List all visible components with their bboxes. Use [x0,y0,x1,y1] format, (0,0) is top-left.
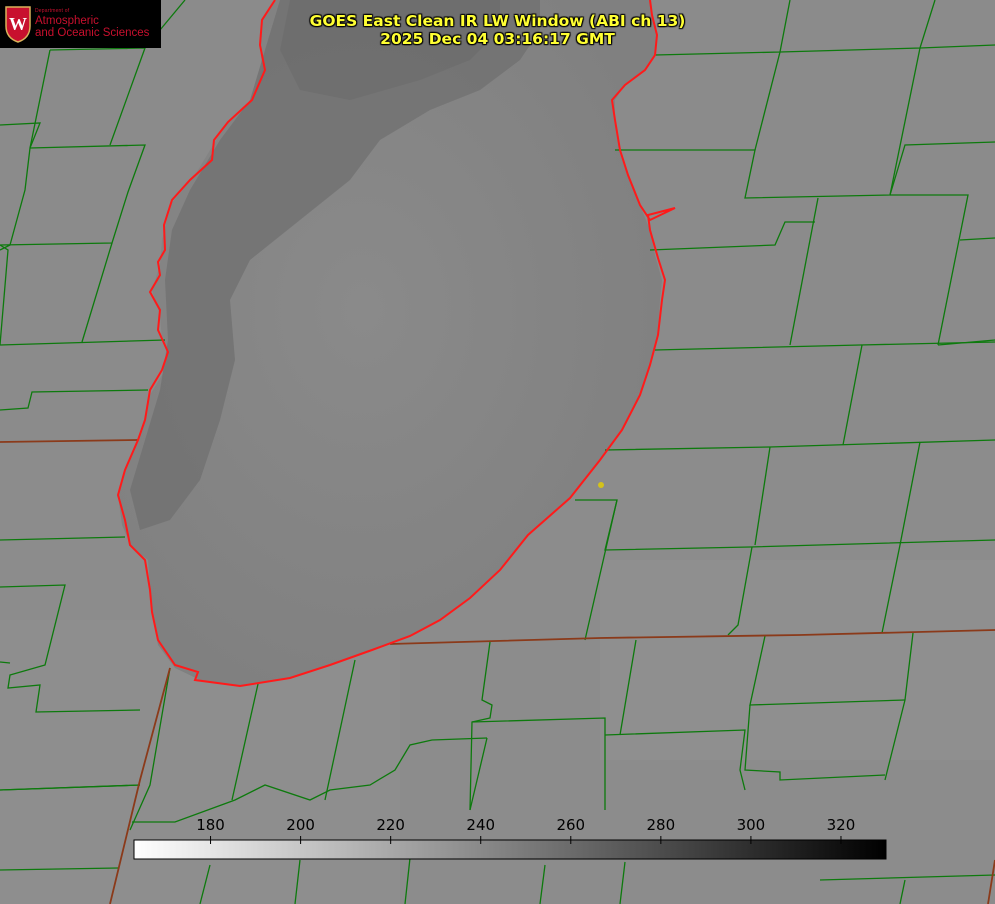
satellite-map-view: 180 200 220 240 260 280 300 320 W Department of… [0,0,995,904]
colorbar-tick-label: 200 [286,816,315,834]
uw-seal-icon: W [5,6,31,43]
logo-line2: and Oceanic Sciences [35,26,150,39]
colorbar-tick-label: 320 [827,816,856,834]
location-marker [598,482,604,488]
colorbar-tick-label: 220 [376,816,405,834]
colorbar-tick-label: 240 [466,816,495,834]
image-timestamp: 2025 Dec 04 03:16:17 GMT [380,30,615,48]
colorbar-tick-label: 180 [196,816,225,834]
map-canvas: 180 200 220 240 260 280 300 320 [0,0,995,904]
colorbar-tick-label: 300 [737,816,766,834]
image-title: GOES East Clean IR LW Window (ABI ch 13) [309,12,686,30]
logo-line1: Atmospheric [35,14,99,27]
colorbar-gradient [133,839,887,860]
colorbar-tick-label: 280 [647,816,676,834]
colorbar-tick-label: 260 [556,816,585,834]
svg-text:W: W [9,14,27,34]
uw-aos-logo: W Department of Atmospheric and Oceanic … [0,0,161,48]
